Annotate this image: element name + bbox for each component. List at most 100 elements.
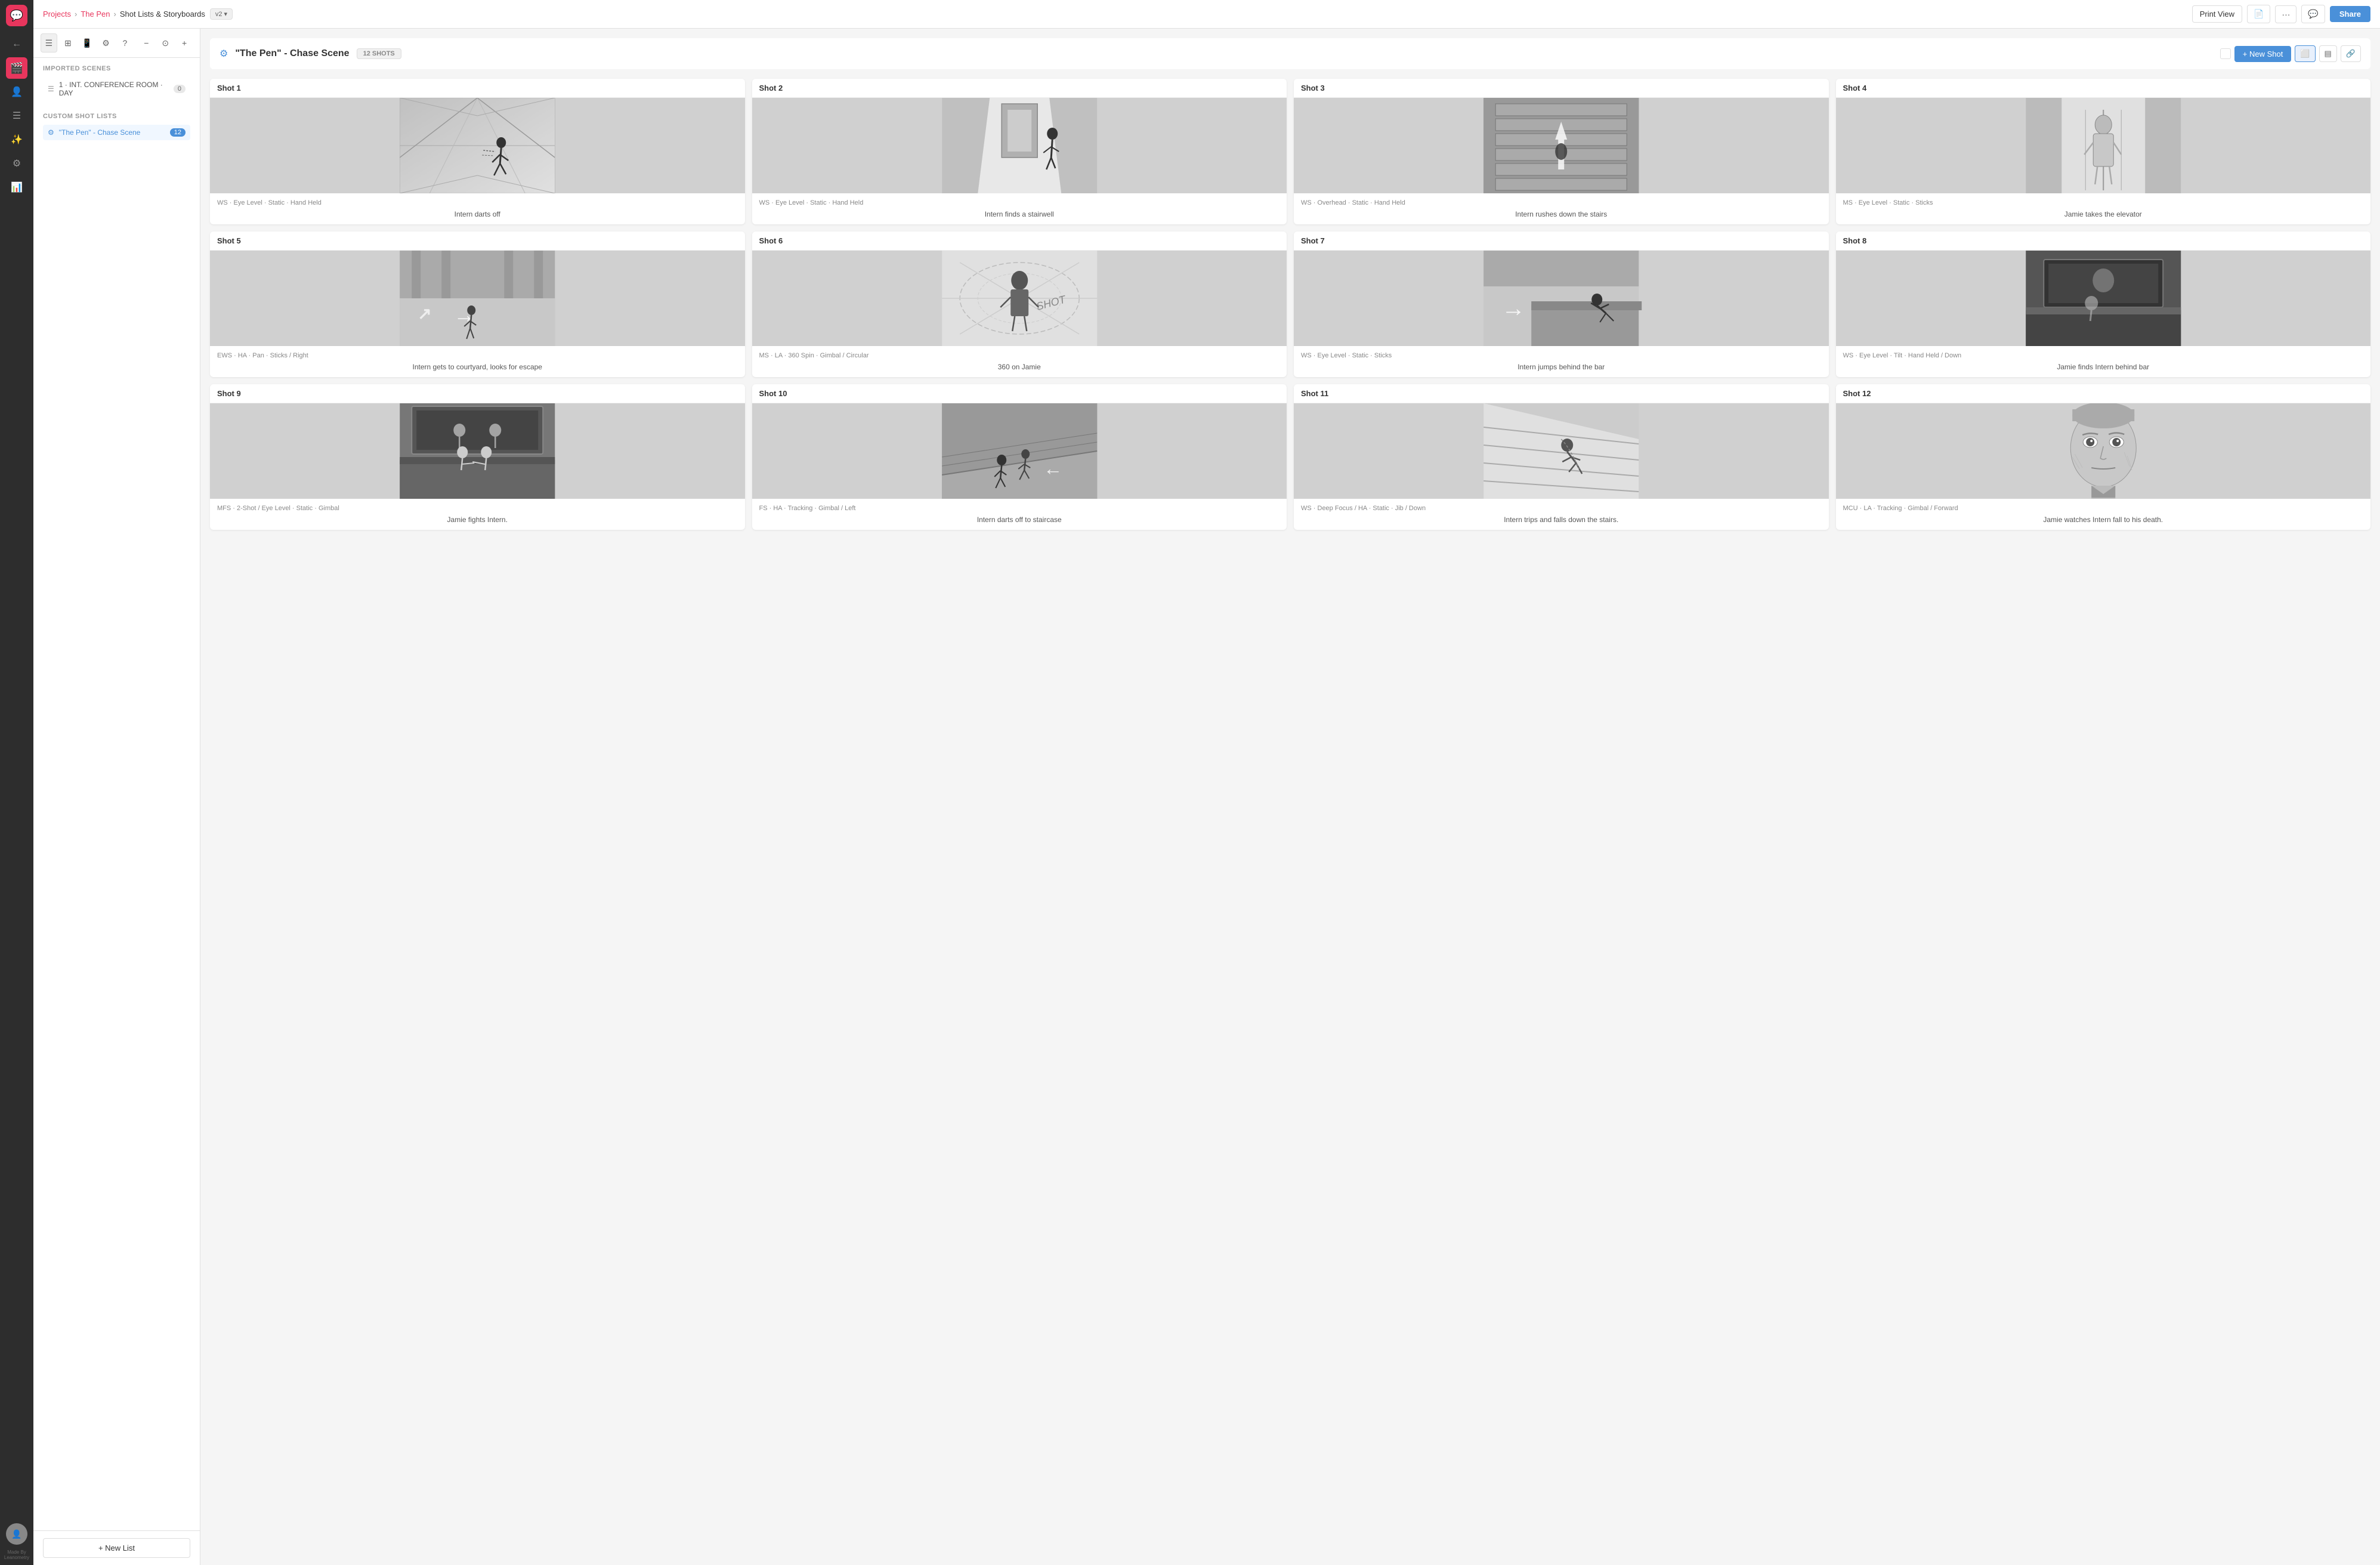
shot-specs: WS · Eye Level · Static · Sticks <box>1301 352 1822 359</box>
share-button[interactable]: Share <box>2330 6 2370 22</box>
version-badge[interactable]: v2 ▾ <box>210 8 233 20</box>
shot-card-8[interactable]: Shot 8 WS · Eye Level · Tilt · Hand Held… <box>1836 231 2371 377</box>
shot-card-footer: EWS · HA · Pan · Sticks / Right Intern g… <box>210 346 745 377</box>
svg-text:←: ← <box>1043 458 1062 479</box>
zoom-reset-button[interactable]: ⊙ <box>157 33 174 53</box>
imported-scenes-section: IMPORTED SCENES ☰ 1 · INT. CONFERENCE RO… <box>33 58 200 106</box>
custom-shot-lists-title: CUSTOM SHOT LISTS <box>43 113 190 120</box>
shot-card-footer: WS · Eye Level · Static · Hand Held Inte… <box>752 193 1287 224</box>
shot-specs: MCU · LA · Tracking · Gimbal / Forward <box>1843 505 2364 512</box>
shot-specs: FS · HA · Tracking · Gimbal / Left <box>759 505 1280 512</box>
view-toggle-list[interactable]: ▤ <box>2319 45 2337 62</box>
shot-description: Intern darts off <box>217 210 738 218</box>
shot-list-label: "The Pen" - Chase Scene <box>59 128 165 137</box>
shot-card-footer: WS · Eye Level · Static · Sticks Intern … <box>1294 346 1829 377</box>
shot-image <box>210 403 745 499</box>
shot-description: Jamie watches Intern fall to his death. <box>1843 516 2364 524</box>
shot-card-footer: MS · Eye Level · Static · Sticks Jamie t… <box>1836 193 2371 224</box>
shot-specs: EWS · HA · Pan · Sticks / Right <box>217 352 738 359</box>
breadcrumb-sep-1: › <box>75 10 77 18</box>
shot-card-footer: WS · Overhead · Static · Hand Held Inter… <box>1294 193 1829 224</box>
project-name-link[interactable]: The Pen <box>81 10 110 18</box>
made-by-label: Made By Leanometry <box>4 1549 29 1560</box>
scene-header-icon: ⚙ <box>220 48 228 60</box>
shot-card-12[interactable]: Shot 12 MCU · LA · Track <box>1836 384 2371 530</box>
shot-card-header: Shot 12 <box>1836 384 2371 403</box>
sidebar-tool-mobile[interactable]: 📱 <box>79 33 95 53</box>
more-options-button[interactable]: ··· <box>2275 5 2296 23</box>
nav-back[interactable]: ← <box>6 33 27 55</box>
view-toggle-storyboard[interactable]: ⬜ <box>2295 45 2315 62</box>
shot-image: SHOT <box>752 251 1287 346</box>
scene-header-title: "The Pen" - Chase Scene <box>235 48 349 59</box>
shot-specs: MS · LA · 360 Spin · Gimbal / Circular <box>759 352 1280 359</box>
view-toggle-link[interactable]: 🔗 <box>2341 45 2361 62</box>
print-view-button[interactable]: Print View <box>2192 5 2242 23</box>
sidebar-tool-help[interactable]: ? <box>117 33 134 53</box>
scene-item-conference[interactable]: ☰ 1 · INT. CONFERENCE ROOM · DAY 0 <box>43 77 190 101</box>
nav-effects-icon[interactable]: ✨ <box>6 129 27 150</box>
sidebar: ☰ ⊞ 📱 ⚙ ? − ⊙ + IMPORTED SCENES ☰ 1 · IN… <box>33 29 200 1565</box>
shot-card-5[interactable]: Shot 5 → ↗ EWS · HA · Pan · Sticks / Rig… <box>210 231 745 377</box>
main-area: Projects › The Pen › Shot Lists & Storyb… <box>33 0 2380 1565</box>
projects-link[interactable]: Projects <box>43 10 71 18</box>
select-all-checkbox[interactable] <box>2220 48 2231 59</box>
user-avatar[interactable]: 👤 <box>6 1523 27 1545</box>
shot-card-header: Shot 9 <box>210 384 745 403</box>
breadcrumb: Projects › The Pen › Shot Lists & Storyb… <box>43 10 205 18</box>
scene-header-actions: + New Shot ⬜ ▤ 🔗 <box>2220 45 2361 62</box>
zoom-out-button[interactable]: − <box>138 33 154 53</box>
comments-button[interactable]: 💬 <box>2301 5 2325 23</box>
shot-card-2[interactable]: Shot 2 WS · Eye Level · Static · Hand He… <box>752 79 1287 224</box>
export-button[interactable]: 📄 <box>2247 5 2270 23</box>
shot-specs: WS · Eye Level · Static · Hand Held <box>217 199 738 206</box>
svg-text:→: → <box>1501 295 1525 322</box>
shot-card-footer: MS · LA · 360 Spin · Gimbal / Circular 3… <box>752 346 1287 377</box>
shot-card-4[interactable]: Shot 4 MS · Eye Level · Static · Sticks … <box>1836 79 2371 224</box>
shot-card-3[interactable]: Shot 3 WS · Overhead · Static · Hand Hel… <box>1294 79 1829 224</box>
nav-chart-icon[interactable]: 📊 <box>6 177 27 198</box>
shot-list-icon: ⚙ <box>48 128 54 137</box>
shot-card-header: Shot 2 <box>752 79 1287 98</box>
nav-sliders-icon[interactable]: ⚙ <box>6 153 27 174</box>
shot-card-7[interactable]: Shot 7 → WS · Eye Level · Static · Stick… <box>1294 231 1829 377</box>
shot-image: → <box>1294 251 1829 346</box>
shot-list-item-chase[interactable]: ⚙ "The Pen" - Chase Scene 12 <box>43 125 190 140</box>
shot-card-11[interactable]: Shot 11 WS · Deep Focus / HA · Static · … <box>1294 384 1829 530</box>
shot-card-1[interactable]: Shot 1 WS · Eye Level · Static · Hand He… <box>210 79 745 224</box>
shot-card-header: Shot 5 <box>210 231 745 251</box>
scene-header: ⚙ "The Pen" - Chase Scene 12 SHOTS + New… <box>210 38 2370 69</box>
new-shot-button[interactable]: + New Shot <box>2234 46 2292 62</box>
shot-description: Jamie fights Intern. <box>217 516 738 524</box>
shot-card-footer: WS · Eye Level · Static · Hand Held Inte… <box>210 193 745 224</box>
shot-image <box>752 98 1287 193</box>
scene-item-icon: ☰ <box>48 85 54 93</box>
scene-item-label: 1 · INT. CONFERENCE ROOM · DAY <box>59 81 169 97</box>
shot-card-9[interactable]: Shot 9 MFS · 2-Shot / Eye Level · Static… <box>210 384 745 530</box>
nav-scene-icon[interactable]: 🎬 <box>6 57 27 79</box>
shot-description: Jamie takes the elevator <box>1843 210 2364 218</box>
left-navigation: 💬 ← 🎬 👤 ☰ ✨ ⚙ 📊 👤 Made By Leanometry <box>0 0 33 1565</box>
nav-user-icon[interactable]: 👤 <box>6 81 27 103</box>
sidebar-toolbar: ☰ ⊞ 📱 ⚙ ? − ⊙ + <box>33 29 200 58</box>
shot-card-6[interactable]: Shot 6 SHOT MS · LA · 360 Spin · Gimbal … <box>752 231 1287 377</box>
shot-specs: WS · Overhead · Static · Hand Held <box>1301 199 1822 206</box>
custom-shot-lists-section: CUSTOM SHOT LISTS ⚙ "The Pen" - Chase Sc… <box>33 106 200 145</box>
shot-description: Intern gets to courtyard, looks for esca… <box>217 363 738 371</box>
shot-card-10[interactable]: Shot 10 ← FS · HA · Tracking · Gimbal / … <box>752 384 1287 530</box>
shot-card-footer: MCU · LA · Tracking · Gimbal / Forward J… <box>1836 499 2371 530</box>
new-list-button[interactable]: + New List <box>43 1538 190 1558</box>
nav-list-icon[interactable]: ☰ <box>6 105 27 126</box>
svg-text:↗: ↗ <box>418 304 431 323</box>
shot-image: → ↗ <box>210 251 745 346</box>
sidebar-tool-list[interactable]: ☰ <box>41 33 57 53</box>
shot-specs: WS · Eye Level · Tilt · Hand Held / Down <box>1843 352 2364 359</box>
app-logo[interactable]: 💬 <box>6 5 27 26</box>
shot-card-header: Shot 7 <box>1294 231 1829 251</box>
sidebar-tool-grid[interactable]: ⊞ <box>60 33 76 53</box>
content-area: ☰ ⊞ 📱 ⚙ ? − ⊙ + IMPORTED SCENES ☰ 1 · IN… <box>33 29 2380 1565</box>
shot-card-header: Shot 6 <box>752 231 1287 251</box>
sidebar-tool-settings[interactable]: ⚙ <box>98 33 115 53</box>
zoom-in-button[interactable]: + <box>176 33 193 53</box>
shot-card-header: Shot 10 <box>752 384 1287 403</box>
